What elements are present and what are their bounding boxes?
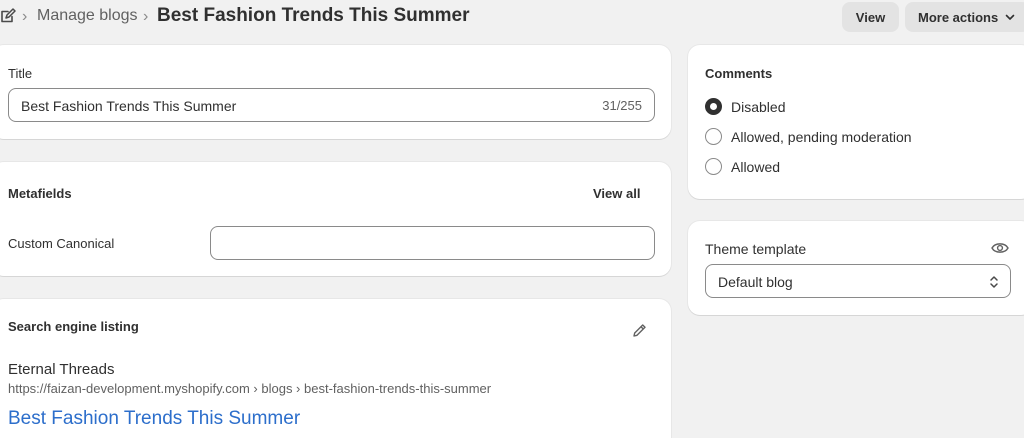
- title-input[interactable]: Best Fashion Trends This Summer 31/255: [8, 88, 655, 122]
- view-all-button[interactable]: View all: [593, 186, 640, 201]
- seo-store-name: Eternal Threads: [8, 361, 115, 378]
- comments-heading: Comments: [705, 66, 773, 81]
- page-title: Best Fashion Trends This Summer: [157, 5, 470, 26]
- page-header: › Manage blogs › Best Fashion Trends Thi…: [0, 0, 1024, 34]
- view-button[interactable]: View: [842, 2, 899, 32]
- character-count: 31/255: [602, 98, 642, 113]
- theme-template-card: Theme template Default blog: [688, 221, 1024, 315]
- seo-url: https://faizan-development.myshopify.com…: [8, 381, 492, 396]
- breadcrumb-separator: ›: [22, 8, 28, 25]
- radio-unchecked-icon[interactable]: [705, 128, 722, 145]
- radio-checked-icon[interactable]: [705, 98, 722, 115]
- theme-template-selected: Default blog: [718, 274, 793, 290]
- title-card: Title Best Fashion Trends This Summer 31…: [0, 45, 671, 139]
- theme-template-select[interactable]: Default blog: [705, 264, 1011, 298]
- search-engine-listing-card: Search engine listing Eternal Threads ht…: [0, 299, 671, 438]
- comments-card: Comments Disabled Allowed, pending moder…: [688, 45, 1024, 199]
- comments-option-pending-moderation[interactable]: Allowed, pending moderation: [705, 128, 912, 145]
- comments-option-disabled[interactable]: Disabled: [705, 98, 785, 115]
- breadcrumb-manage-blogs-link[interactable]: Manage blogs: [37, 7, 138, 25]
- radio-unchecked-icon[interactable]: [705, 158, 722, 175]
- search-engine-listing-heading: Search engine listing: [8, 319, 139, 334]
- metafields-card: Metafields View all Custom Canonical: [0, 162, 671, 276]
- title-input-value: Best Fashion Trends This Summer: [21, 98, 237, 114]
- more-actions-button[interactable]: More actions: [905, 2, 1024, 32]
- metafields-heading: Metafields: [8, 186, 72, 201]
- comments-option-label: Disabled: [731, 98, 786, 115]
- custom-canonical-label: Custom Canonical: [8, 236, 115, 251]
- comments-option-label: Allowed, pending moderation: [731, 128, 912, 145]
- blog-icon[interactable]: [0, 8, 16, 24]
- custom-canonical-input[interactable]: [210, 226, 655, 260]
- select-arrows-icon: [990, 276, 998, 288]
- title-label: Title: [8, 66, 33, 81]
- comments-option-label: Allowed: [731, 158, 781, 175]
- comments-option-allowed[interactable]: Allowed: [705, 158, 780, 175]
- more-actions-label: More actions: [918, 9, 999, 25]
- breadcrumb-separator: ›: [143, 8, 149, 25]
- chevron-down-icon: [1005, 14, 1015, 20]
- seo-title: Best Fashion Trends This Summer: [8, 408, 301, 429]
- blog-post-editor: › Manage blogs › Best Fashion Trends Thi…: [0, 0, 1024, 438]
- edit-pencil-icon[interactable]: [631, 323, 647, 339]
- eye-icon[interactable]: [991, 241, 1009, 255]
- theme-template-label: Theme template: [705, 241, 807, 257]
